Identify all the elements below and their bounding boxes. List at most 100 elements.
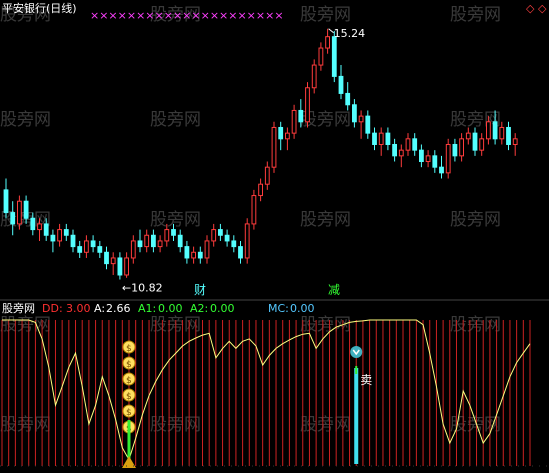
legend-mc-value: 0.00 [290, 302, 315, 315]
candle-body [419, 149, 424, 163]
candle-body [151, 234, 156, 248]
candle-body [191, 251, 196, 259]
candle-body [231, 240, 237, 248]
candle-body [425, 155, 431, 163]
candle-body [177, 234, 183, 248]
candle-body [30, 217, 36, 231]
indicator-title: 股旁网 [2, 301, 35, 315]
watermark-text: 股旁网 [300, 5, 351, 25]
xmark-row: ××××××××××××××××××××× [90, 9, 284, 22]
candle-body [392, 143, 398, 157]
marker-cai: 财 [194, 283, 206, 297]
candle-body [184, 246, 190, 259]
sell-badge-icon [350, 346, 363, 358]
coin-symbol: $ [126, 376, 132, 386]
candle-body [63, 229, 69, 236]
candle-body [318, 47, 324, 66]
low-price-label: ←10.82 [122, 282, 163, 295]
candle-body [506, 126, 511, 145]
candle-body [3, 189, 9, 214]
candle-body [291, 109, 297, 134]
candle-body [325, 36, 331, 49]
candle-body [251, 195, 257, 225]
candle-body [439, 166, 444, 174]
candle-body [378, 132, 384, 145]
candle-body [70, 234, 76, 248]
watermark-text: 股旁网 [0, 315, 51, 335]
candle-body [398, 149, 404, 157]
candle-body [157, 240, 163, 248]
diamond-icon[interactable]: ◇ [526, 2, 535, 15]
candle-body [465, 132, 471, 140]
candle-body [137, 240, 143, 248]
watermark-text: 股旁网 [450, 210, 501, 230]
candle-body [43, 223, 49, 236]
candle-body [117, 257, 123, 276]
indicator-bars [1, 320, 531, 466]
watermark-text: 股旁网 [0, 110, 51, 130]
candle-body [144, 234, 150, 248]
candle-body [37, 223, 42, 231]
coin-symbol: $ [126, 344, 132, 354]
candle-body [104, 251, 109, 265]
candle-body [459, 138, 465, 157]
candle-body [479, 138, 485, 151]
candle-body [97, 246, 103, 253]
candle-body [110, 257, 116, 265]
candle-body [512, 138, 518, 145]
candle-body [385, 132, 391, 145]
watermark-text: 股旁网 [450, 315, 501, 335]
legend-a1-label: A1: [138, 302, 156, 315]
candle-body [211, 229, 217, 242]
legend-a2-label: A2: [190, 302, 208, 315]
candles [3, 28, 518, 280]
candle-body [10, 212, 16, 225]
candle-body [264, 166, 270, 185]
candle-body [352, 104, 357, 123]
candle-body [224, 234, 230, 242]
candle-body [124, 257, 129, 276]
candle-body [171, 229, 176, 236]
candle-body [50, 234, 56, 242]
candle-body [298, 109, 304, 123]
candle-body [17, 200, 22, 225]
candle-body [244, 223, 250, 259]
watermark-text: 股旁网 [150, 110, 201, 130]
candle-body [305, 87, 310, 123]
indicator-line [2, 319, 531, 461]
watermark-text: 股旁网 [150, 210, 201, 230]
legend: DD: 3.00 A: 2.66 A1: 0.00 A2: 0.00 MC: 0… [42, 302, 315, 315]
coin-symbol: $ [126, 392, 132, 402]
legend-mc-label: MC: [268, 302, 289, 315]
legend-a-value: 2.66 [106, 302, 131, 315]
candle-body [365, 115, 371, 134]
candle-body [311, 64, 317, 89]
candle-body [164, 229, 170, 242]
legend-dd-label: DD: [42, 302, 63, 315]
candle-body [57, 229, 63, 242]
candle-body [278, 126, 284, 140]
candle-body [204, 240, 210, 259]
candle-body [452, 143, 458, 157]
candle-body [258, 183, 264, 197]
candle-body [445, 143, 451, 174]
candle-body [345, 92, 351, 106]
candle-body [271, 126, 277, 168]
candle-body [90, 240, 96, 248]
candle-body [197, 251, 203, 259]
candle-body [338, 75, 344, 94]
chart-title: 平安银行(日线) [2, 1, 77, 15]
candle-body [405, 138, 411, 151]
legend-a2-value: 0.00 [210, 302, 235, 315]
candle-body [23, 200, 29, 219]
candle-body [218, 229, 223, 236]
toggle-icon[interactable]: ◇ [538, 2, 547, 15]
candle-body [432, 155, 438, 168]
coin-symbol: $ [126, 408, 132, 418]
marker-jian: 减 [328, 283, 340, 297]
candle-body [358, 115, 364, 123]
candle-body [372, 132, 377, 145]
legend-a1-value: 0.00 [158, 302, 183, 315]
candle-body [130, 240, 136, 259]
high-price-label: 15.24 [334, 27, 366, 40]
